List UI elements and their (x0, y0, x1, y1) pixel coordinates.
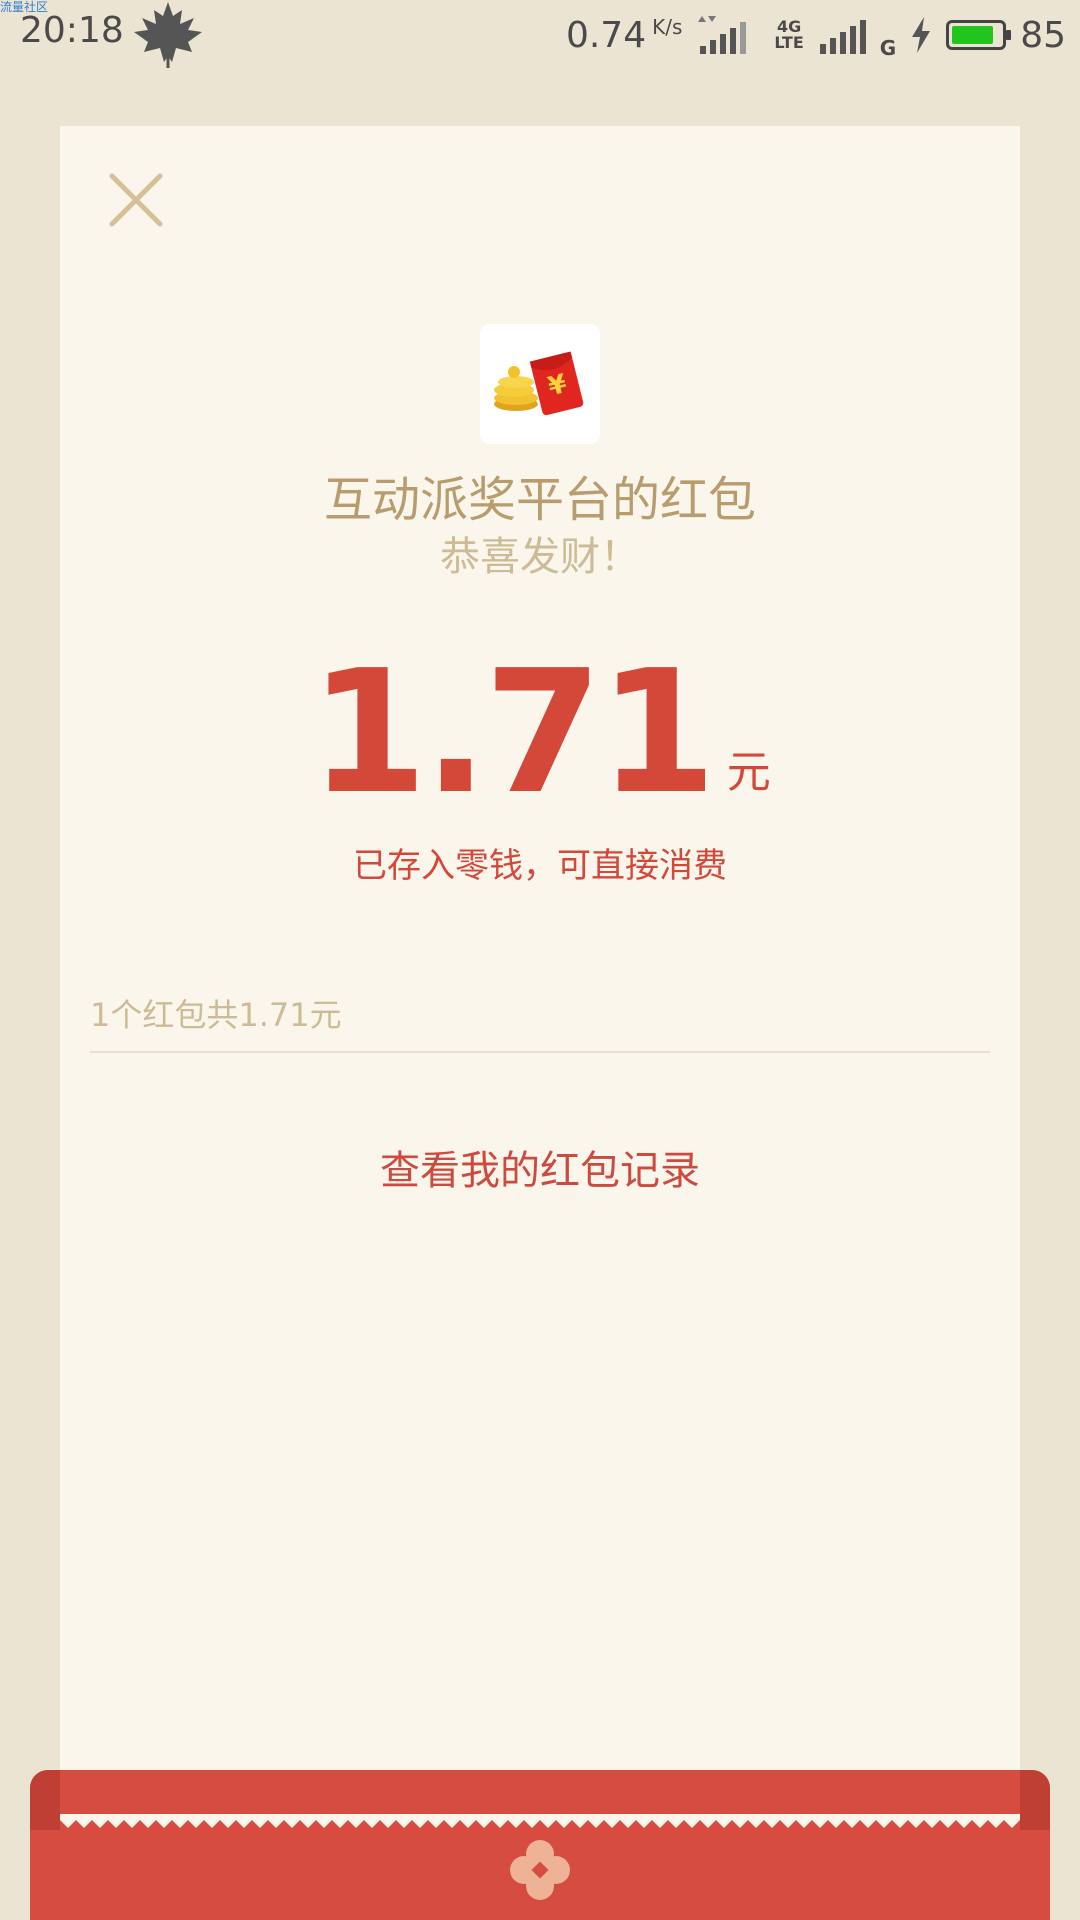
close-icon[interactable] (102, 164, 172, 234)
battery-icon (946, 20, 1012, 50)
net-speed-unit: K/s (652, 14, 683, 39)
divider (90, 1051, 990, 1053)
net-speed: 0.74 K/s (566, 15, 682, 56)
battery-level-fill (952, 26, 993, 44)
status-bar: 流量社区 20:18 0.74 K/s 4G LTE G 85 (0, 0, 1080, 70)
envelope-shade-left (30, 1770, 60, 1830)
amount-value: 1.71 (309, 634, 716, 832)
greeting-subtitle: 恭喜发财！ (440, 534, 640, 580)
red-envelope-coins-icon: ¥ (494, 351, 584, 416)
sender-avatar: ¥ (480, 324, 600, 444)
charging-bolt-icon (912, 17, 931, 53)
network-g-label: G (879, 36, 897, 60)
amount-unit: 元 (726, 747, 771, 798)
data-activity-signal-icon (698, 16, 747, 54)
network-lte-label: LTE (774, 33, 804, 52)
red-packet-detail-card: ¥ 互动派奖平台的红包 恭喜发财！ 1.71 元 已存入零钱，可直接消费 1个红… (60, 126, 1020, 1826)
packet-summary: 1个红包共1.71元 (90, 996, 342, 1034)
amount-display: 1.71 元 (60, 648, 1020, 818)
stored-to-wallet-note: 已存入零钱，可直接消费 (353, 846, 727, 886)
flower-icon (510, 1840, 570, 1900)
status-time: 20:18 (20, 10, 124, 51)
envelope-shade-right (1020, 1770, 1050, 1830)
status-right-group: 0.74 K/s 4G LTE G 85 (566, 10, 1066, 61)
net-speed-value: 0.74 (565, 14, 647, 56)
battery-percent: 85 (1020, 14, 1066, 56)
screen: 流量社区 20:18 0.74 K/s 4G LTE G 85 ¥ 互动派奖平台… (0, 0, 1080, 1920)
signal-strength-icon (819, 20, 866, 54)
view-records-link[interactable]: 查看我的红包记录 (60, 1138, 1020, 1196)
network-type-4g-lte: 4G LTE (774, 19, 803, 51)
maple-leaf-icon (134, 2, 202, 68)
sender-title: 互动派奖平台的红包 (323, 472, 756, 528)
serrated-edge (60, 1814, 1020, 1828)
